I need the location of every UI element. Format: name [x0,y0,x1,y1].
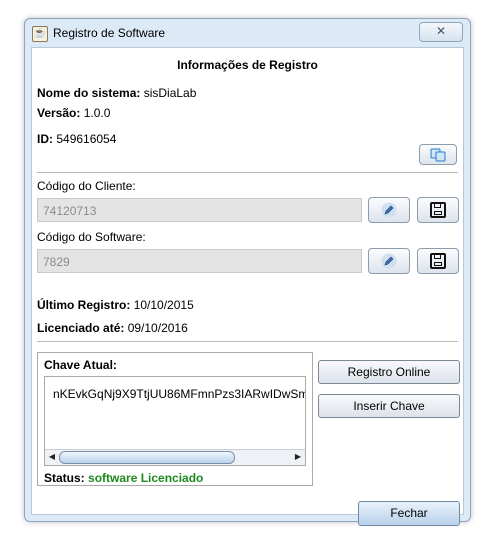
system-name-row: Nome do sistema: sisDiaLab [37,86,196,100]
client-code-label: Código do Cliente: [37,179,136,193]
client-code-field[interactable]: 74120713 [37,198,362,222]
section-title: Informações de Registro [177,58,318,72]
scroll-right-icon[interactable]: ▶ [293,452,303,462]
current-key-label: Chave Atual: [44,358,117,372]
software-code-label: Código do Software: [37,230,146,244]
save-software-button[interactable] [417,248,459,274]
registration-dialog: ☕ Registro de Software ✕ Informações de … [24,18,471,526]
licensed-until-row: Licenciado até: 09/10/2016 [37,321,188,335]
divider [37,172,458,173]
pencil-icon [381,253,397,269]
divider [37,341,458,342]
licensed-until-label: Licenciado até: [37,321,125,335]
status-value: software Licenciado [88,471,204,485]
system-name-label: Nome do sistema: [37,86,141,100]
last-registration-label: Último Registro: [37,298,131,312]
key-value: nKEvkGqNj9X9TtjUU86MFmnPzs3IARwIDwSm [53,387,306,401]
edit-software-button[interactable] [368,248,410,274]
system-name-value: sisDiaLab [143,86,197,100]
last-registration-row: Último Registro: 10/10/2015 [37,298,194,312]
copy-id-button[interactable] [419,144,457,165]
title-bar[interactable]: ☕ Registro de Software ✕ [25,19,470,47]
id-value: 549616054 [56,132,117,146]
id-label: ID: [37,132,53,146]
floppy-disk-icon [430,253,446,269]
last-registration-value: 10/10/2015 [133,298,194,312]
insert-key-button[interactable]: Inserir Chave [318,394,460,418]
close-window-button[interactable]: ✕ [419,22,463,42]
horizontal-scrollbar[interactable]: ◀ ▶ [45,449,305,465]
status-row: Status: software Licenciado [44,471,203,485]
dialog-content: Informações de Registro Nome do sistema:… [31,47,464,526]
scrollbar-thumb[interactable] [59,451,235,464]
java-app-icon: ☕ [32,26,48,42]
window-title: Registro de Software [53,26,166,40]
id-row: ID: 549616054 [37,132,116,146]
close-button[interactable]: Fechar [358,501,460,526]
version-value: 1.0.0 [83,106,111,120]
key-text-area[interactable]: nKEvkGqNj9X9TtjUU86MFmnPzs3IARwIDwSm ◀ ▶ [44,376,306,466]
software-code-field[interactable]: 7829 [37,249,362,273]
version-row: Versão: 1.0.0 [37,106,110,120]
current-key-panel: Chave Atual: nKEvkGqNj9X9TtjUU86MFmnPzs3… [37,352,313,486]
pencil-icon [381,202,397,218]
version-label: Versão: [37,106,81,120]
copy-icon [430,148,446,161]
online-registration-button[interactable]: Registro Online [318,360,460,384]
scroll-left-icon[interactable]: ◀ [47,452,57,462]
edit-client-button[interactable] [368,197,410,223]
save-client-button[interactable] [417,197,459,223]
status-label: Status: [44,471,85,485]
licensed-until-value: 09/10/2016 [127,321,188,335]
floppy-disk-icon [430,202,446,218]
